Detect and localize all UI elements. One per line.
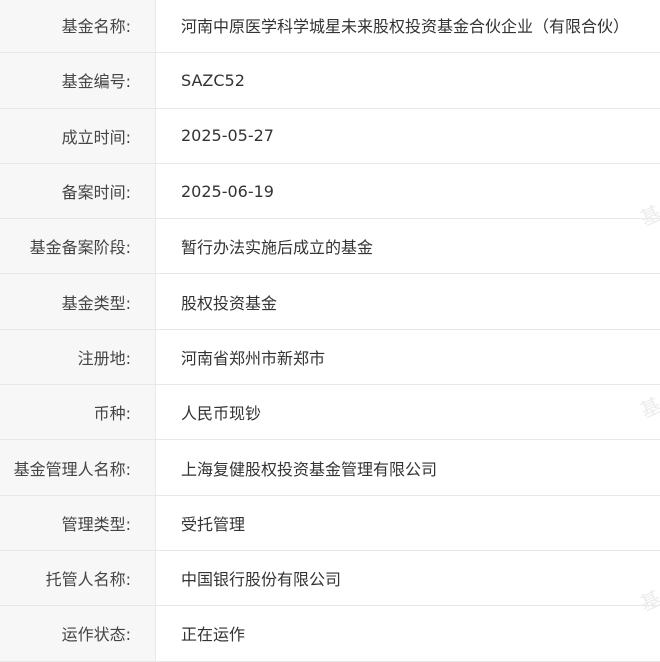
row-filing-date: 备案时间: 2025-06-19 <box>0 163 660 220</box>
row-currency: 币种: 人民币现钞 <box>0 385 660 441</box>
field-value: 暂行办法实施后成立的基金 <box>181 238 374 258</box>
field-label: 注册地: <box>0 329 156 385</box>
row-filing-stage: 基金备案阶段: 暂行办法实施后成立的基金 <box>0 219 660 275</box>
row-fund-code: 基金编号: SAZC52 <box>0 53 660 109</box>
field-label: 基金备案阶段: <box>0 219 156 274</box>
row-management-type: 管理类型: 受托管理 <box>0 495 660 551</box>
field-label: 运作状态: <box>0 606 156 661</box>
row-fund-name: 基金名称: 河南中原医学科学城星未来股权投资基金合伙企业（有限合伙） <box>0 0 660 54</box>
field-label: 管理类型: <box>0 495 156 550</box>
row-registration-place: 注册地: 河南省郑州市新郑市 <box>0 329 660 386</box>
field-value: 上海复健股权投资基金管理有限公司 <box>181 459 438 479</box>
field-value: 河南省郑州市新郑市 <box>181 348 326 368</box>
row-fund-type: 基金类型: 股权投资基金 <box>0 274 660 330</box>
field-value: 受托管理 <box>181 514 246 534</box>
field-label: 备案时间: <box>0 163 156 219</box>
row-manager-name: 基金管理人名称: 上海复健股权投资基金管理有限公司 <box>0 440 660 496</box>
field-label: 成立时间: <box>0 108 156 163</box>
row-custodian-name: 托管人名称: 中国银行股份有限公司 <box>0 550 660 607</box>
row-operation-status: 运作状态: 正在运作 <box>0 606 660 662</box>
field-value: 2025-05-27 <box>181 126 274 146</box>
field-value: 2025-06-19 <box>181 181 274 201</box>
field-label: 基金编号: <box>0 53 156 108</box>
field-label: 基金类型: <box>0 274 156 329</box>
field-label: 币种: <box>0 385 156 440</box>
field-label: 基金管理人名称: <box>0 440 156 495</box>
field-value: 河南中原医学科学城星未来股权投资基金合伙企业（有限合伙） <box>181 17 630 37</box>
fund-info-table: 基金名称: 河南中原医学科学城星未来股权投资基金合伙企业（有限合伙） 基金编号:… <box>0 0 660 662</box>
field-value: 中国银行股份有限公司 <box>181 570 342 590</box>
field-value: 人民币现钞 <box>181 404 262 424</box>
field-label: 托管人名称: <box>0 550 156 606</box>
field-value: SAZC52 <box>181 70 245 90</box>
field-label: 基金名称: <box>0 0 156 53</box>
row-established-date: 成立时间: 2025-05-27 <box>0 108 660 164</box>
field-value: 正在运作 <box>181 625 246 645</box>
field-value: 股权投资基金 <box>181 293 278 313</box>
